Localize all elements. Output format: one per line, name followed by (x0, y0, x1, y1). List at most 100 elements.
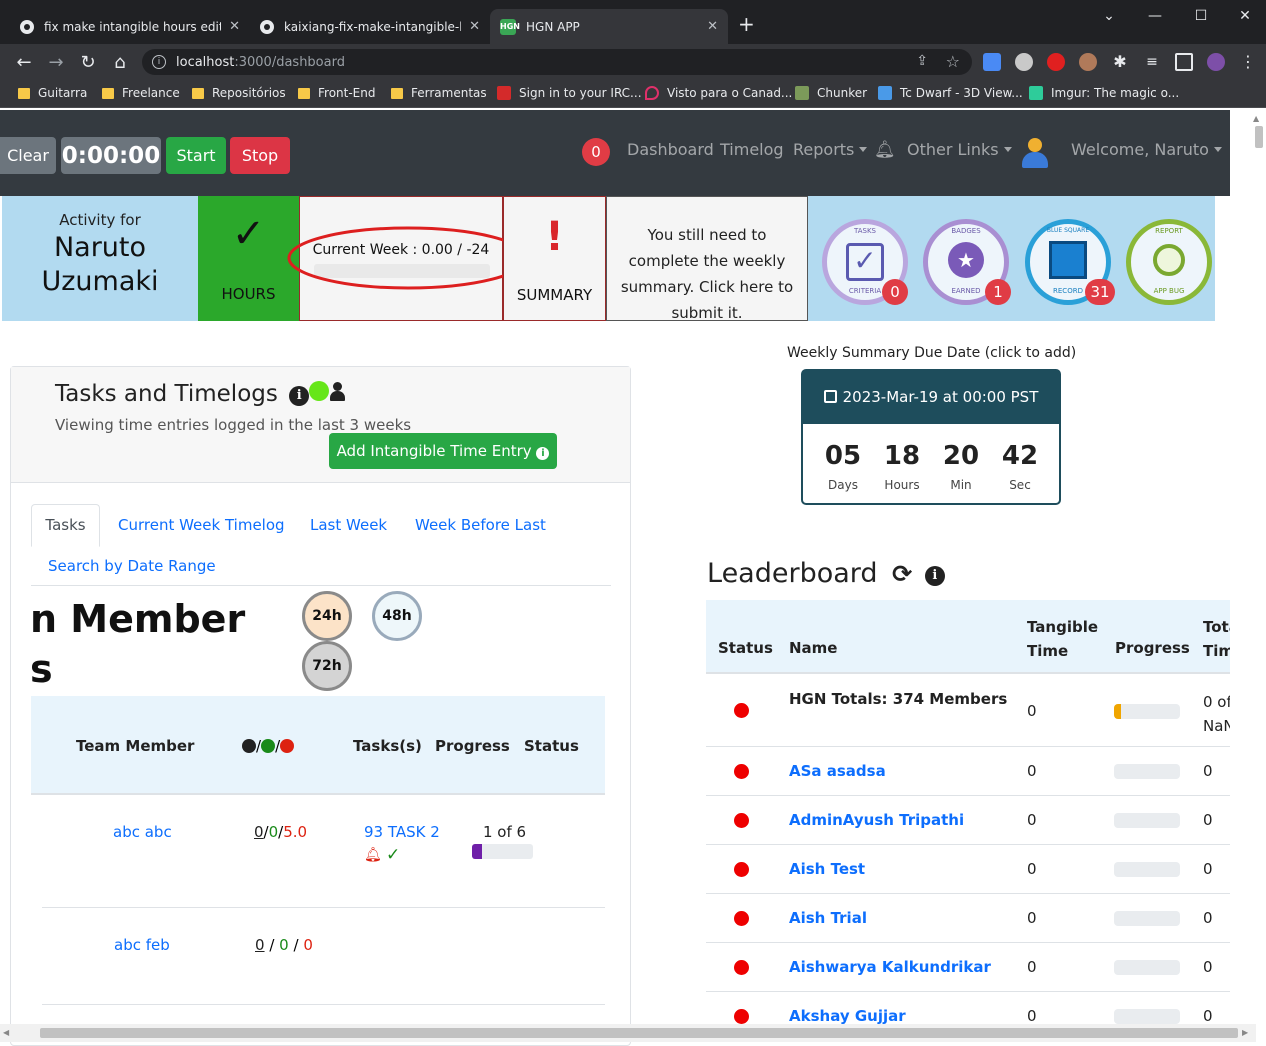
leaderboard-user-link[interactable]: Aish Trial (789, 909, 867, 927)
bookmark-chunker[interactable]: Chunker (795, 86, 867, 100)
new-tab-button[interactable]: + (738, 14, 755, 34)
scroll-left-icon[interactable]: ◀ (3, 1028, 9, 1037)
leaderboard-user-link[interactable]: Akshay Gujjar (789, 1007, 906, 1025)
status-dot (734, 764, 749, 779)
status-dot (734, 911, 749, 926)
leaderboard-row: ASa asadsa 0 0 (706, 747, 1252, 796)
welcome-label: Welcome, Naruto (1071, 140, 1209, 159)
bookmark-folder-ferramentas[interactable]: Ferramentas (391, 86, 487, 100)
close-tab-icon[interactable]: ✕ (469, 19, 480, 34)
team-table-header: Team Member / / Tasks(s) Progress Status (31, 696, 605, 795)
bookmark-tc-dwarf[interactable]: Tc Dwarf - 3D View... (878, 86, 1023, 100)
filter-72h[interactable]: 72h (302, 641, 352, 691)
start-button[interactable]: Start (166, 137, 226, 174)
scroll-thumb[interactable] (40, 1028, 1238, 1038)
share-icon[interactable]: ⇪ (916, 53, 928, 69)
bookmark-irc[interactable]: Sign in to your IRC... (497, 86, 642, 100)
tab-last-week[interactable]: Last Week (310, 516, 387, 534)
adblock-icon[interactable] (1047, 53, 1065, 71)
nav-other-links[interactable]: Other Links (907, 140, 1012, 159)
scroll-thumb[interactable] (1255, 126, 1263, 148)
notification-count-badge[interactable]: 0 (582, 138, 610, 166)
browser-tab-1[interactable]: fix make intangible hours editabl ✕ (10, 9, 250, 44)
due-date-countdown[interactable]: 2023-Mar-19 at 00:00 PST 05 Days 18 Hour… (801, 369, 1061, 505)
browser-tab-2[interactable]: kaixiang-fix-make-intangible-ho ✕ (250, 9, 490, 44)
extensions-puzzle-icon[interactable]: ✱ (1111, 53, 1129, 71)
bookmark-folder-freelance[interactable]: Freelance (102, 86, 180, 100)
nav-welcome-menu[interactable]: Welcome, Naruto (1071, 140, 1222, 159)
bell-icon[interactable]: 🔔︎ (874, 140, 896, 160)
info-icon[interactable]: i (289, 386, 310, 406)
stop-button[interactable]: Stop (230, 137, 290, 174)
tab-week-before-last[interactable]: Week Before Last (415, 516, 546, 534)
bookmark-folder-repositorios[interactable]: Repositórios (192, 86, 286, 100)
bookmark-folder-guitarra[interactable]: Guitarra (18, 86, 87, 100)
task-progress-text: 1 of 6 (483, 823, 527, 841)
leaderboard-user-link[interactable]: ASa asadsa (789, 762, 886, 780)
vertical-scrollbar[interactable]: ▲ (1230, 110, 1266, 1042)
task-link[interactable]: 93 TASK 2 (364, 823, 440, 841)
media-control-icon[interactable]: ≡ (1143, 53, 1161, 71)
team-member-link[interactable]: abc abc (113, 823, 172, 841)
due-date-label[interactable]: Weekly Summary Due Date (click to add) (787, 345, 1076, 361)
extension-icon[interactable] (1015, 53, 1033, 71)
team-member-link[interactable]: abc feb (114, 936, 170, 954)
maple-leaf-icon (497, 86, 511, 100)
nav-dashboard[interactable]: Dashboard (627, 140, 714, 159)
bookmark-visto[interactable]: Visto para o Canad... (645, 86, 792, 100)
add-intangible-time-button[interactable]: Add Intangible Time Entry i (329, 433, 557, 469)
tab-search-icon[interactable]: ⌄ (1086, 0, 1132, 32)
maximize-icon[interactable]: ☐ (1178, 0, 1224, 32)
filter-24h[interactable]: 24h (302, 591, 352, 641)
summary-reminder[interactable]: You still need to complete the weekly su… (606, 196, 808, 322)
site-info-icon[interactable]: i (152, 55, 166, 69)
tab-search-by-date-range[interactable]: Search by Date Range (48, 557, 216, 575)
bookmark-folder-front-end[interactable]: Front-End (298, 86, 376, 100)
leaderboard-user-link[interactable]: AdminAyush Tripathi (789, 811, 964, 829)
close-window-icon[interactable]: ✕ (1222, 0, 1266, 32)
minimize-icon[interactable]: — (1132, 0, 1178, 32)
scroll-right-icon[interactable]: ▶ (1242, 1028, 1248, 1037)
nav-timelog[interactable]: Timelog (720, 140, 784, 159)
folder-icon (391, 87, 403, 99)
star-medal-icon: ★ (948, 242, 984, 278)
user-avatar-icon[interactable] (1020, 136, 1050, 170)
bookmark-label: Tc Dwarf - 3D View... (900, 86, 1023, 100)
scroll-up-icon[interactable]: ▲ (1253, 114, 1259, 123)
github-icon (260, 19, 274, 34)
user-icon[interactable] (329, 381, 346, 401)
bookmark-label: Chunker (817, 86, 868, 100)
back-icon[interactable]: ← (11, 49, 37, 75)
forward-icon[interactable]: → (43, 49, 69, 75)
table-row: abc abc 0/0/5.0 93 TASK 2 🔔︎ ✓ 1 of 6 (42, 795, 605, 908)
nav-reports[interactable]: Reports (793, 140, 867, 159)
summary-block[interactable]: ! SUMMARY (503, 196, 606, 321)
bookmark-imgur[interactable]: Imgur: The magic o... (1029, 86, 1179, 100)
refresh-icon[interactable]: ⟳ (892, 560, 912, 588)
info-icon[interactable]: i (924, 566, 945, 586)
bookmark-star-icon[interactable]: ☆ (946, 52, 960, 71)
tab-tasks[interactable]: Tasks (31, 504, 100, 547)
green-status-icon[interactable] (309, 381, 330, 401)
close-tab-icon[interactable]: ✕ (229, 19, 240, 34)
filter-48h[interactable]: 48h (372, 591, 422, 641)
task-progress-bar (472, 844, 533, 859)
total-time: 0 (1203, 958, 1213, 976)
clear-button[interactable]: Clear (0, 137, 56, 174)
profile-avatar[interactable] (1207, 53, 1225, 71)
horizontal-scrollbar[interactable]: ◀ ▶ (0, 1024, 1256, 1042)
side-panel-icon[interactable] (1175, 53, 1193, 71)
browser-menu-icon[interactable]: ⋮ (1239, 53, 1257, 71)
close-tab-icon[interactable]: ✕ (707, 19, 718, 34)
google-translate-icon[interactable] (983, 53, 1001, 71)
report-app-bug-icon[interactable]: REPORT APP BUG (1126, 219, 1212, 305)
browser-tab-3[interactable]: HGN HGN APP ✕ (490, 9, 728, 44)
tab-current-week-timelog[interactable]: Current Week Timelog (118, 516, 285, 534)
reload-icon[interactable]: ↻ (75, 49, 101, 75)
leaderboard-row: Aish Test 0 0 (706, 845, 1252, 894)
leaderboard-user-link[interactable]: Aishwarya Kalkundrikar (789, 958, 991, 976)
leaderboard-user-link[interactable]: Aish Test (789, 860, 865, 878)
home-icon[interactable]: ⌂ (107, 49, 133, 75)
address-bar[interactable]: i localhost:3000/dashboard ⇪ ☆ (142, 49, 972, 75)
extension-icon[interactable] (1079, 53, 1097, 71)
